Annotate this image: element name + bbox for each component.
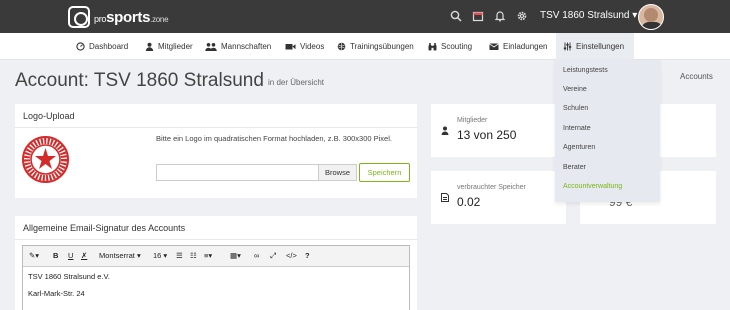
members-card: Mitglieder 13 von 250: [431, 104, 566, 157]
code-view-icon[interactable]: </>: [286, 251, 297, 260]
save-button[interactable]: Speichern: [359, 163, 410, 182]
brand-name: prosports.zone: [94, 8, 169, 26]
clear-format-icon[interactable]: ✗: [81, 251, 87, 260]
logo-upload-panel: Logo-Upload: [15, 104, 417, 198]
team-selector[interactable]: TSV 1860 Stralsund ▾: [540, 10, 637, 21]
avatar[interactable]: [638, 4, 664, 30]
font-family-select[interactable]: Montserrat ▾: [99, 251, 141, 260]
dashboard-icon: [76, 42, 85, 51]
nav-item-mannschaften[interactable]: Mannschaften: [205, 42, 271, 51]
bullet-list-icon[interactable]: ☰: [176, 251, 183, 260]
fullscreen-icon[interactable]: ⤢: [270, 251, 276, 261]
nav-item-scouting[interactable]: Scouting: [428, 42, 472, 51]
dropdown-item-leistungstests[interactable]: Leistungstests: [563, 67, 608, 74]
bold-button[interactable]: B: [53, 251, 58, 260]
storage-label: verbrauchter Speicher: [457, 184, 526, 191]
bell-icon[interactable]: [493, 9, 507, 23]
storage-value: 0.02: [457, 195, 481, 209]
dropdown-item-accountverwaltung[interactable]: Accountverwaltung: [563, 183, 622, 190]
font-size-select[interactable]: 16 ▾: [153, 251, 167, 260]
email-signature-heading: Allgemeine Email-Signatur des Accounts: [15, 216, 417, 240]
dropdown-item-berater[interactable]: Berater: [563, 164, 586, 171]
upload-hint: Bitte ein Logo im quadratischen Format h…: [156, 134, 392, 143]
signature-editor[interactable]: ✎▾ B U ✗ Montserrat ▾ 16 ▾ ☰ ☷ ≡▾ ▦▾ ∞ ⤢…: [22, 245, 410, 310]
logo-mark-icon: [68, 6, 90, 28]
nav-item-dashboard[interactable]: Dashboard: [76, 42, 128, 51]
team-selector-label: TSV 1860 Stralsund: [540, 10, 630, 21]
page-subtitle: in der Übersicht: [268, 78, 325, 87]
link-icon[interactable]: ∞: [254, 251, 259, 260]
magic-wand-icon[interactable]: ✎▾: [29, 251, 39, 260]
dropdown-item-internate[interactable]: Internate: [563, 125, 591, 132]
calendar-icon[interactable]: [471, 9, 485, 23]
members-label: Mitglieder: [457, 117, 488, 124]
browse-button[interactable]: Browse: [319, 164, 357, 181]
file-icon: [441, 193, 449, 202]
numbered-list-icon[interactable]: ☷: [190, 251, 197, 260]
members-value: 13 von 250: [457, 128, 517, 142]
help-icon[interactable]: ?: [305, 251, 310, 260]
signature-line-2: Karl-Mark-Str. 24: [28, 289, 85, 298]
video-icon: [285, 42, 296, 51]
logo-upload-heading: Logo-Upload: [15, 104, 417, 128]
globe-icon: [337, 42, 346, 51]
dropdown-item-schulen[interactable]: Schulen: [563, 105, 588, 112]
nav-item-videos[interactable]: Videos: [285, 42, 324, 51]
gear-icon[interactable]: [515, 9, 529, 23]
storage-card: verbrauchter Speicher 0.02: [431, 171, 566, 224]
user-icon: [441, 126, 449, 135]
nav-item-mitglieder[interactable]: Mitglieder: [145, 42, 193, 51]
einstellungen-dropdown: Leistungstests Vereine Schulen Internate…: [555, 60, 660, 202]
table-icon[interactable]: ▦▾: [230, 251, 241, 260]
file-input[interactable]: [156, 164, 319, 181]
chevron-down-icon: ▾: [632, 10, 638, 21]
club-seal-icon: [22, 136, 69, 183]
brand-logo[interactable]: prosports.zone: [68, 6, 169, 28]
search-icon[interactable]: [449, 9, 463, 23]
page-title: Account: TSV 1860 Stralsund: [15, 70, 264, 91]
top-bar: prosports.zone TSV 1860 Stralsund ▾: [0, 0, 730, 33]
nav-item-einladungen[interactable]: Einladungen: [489, 42, 547, 51]
dropdown-item-vereine[interactable]: Vereine: [563, 86, 587, 93]
underline-button[interactable]: U: [68, 251, 73, 260]
font-family-value: Montserrat: [99, 251, 135, 260]
envelope-icon: [489, 42, 499, 51]
user-icon: [145, 42, 154, 51]
editor-toolbar: ✎▾ B U ✗ Montserrat ▾ 16 ▾ ☰ ☷ ≡▾ ▦▾ ∞ ⤢…: [23, 246, 409, 267]
signature-line-1: TSV 1860 Stralsund e.V.: [28, 272, 110, 281]
breadcrumb[interactable]: Accounts: [680, 72, 713, 81]
font-size-value: 16: [153, 251, 162, 260]
sliders-icon: [563, 42, 572, 51]
align-icon[interactable]: ≡▾: [204, 251, 212, 260]
binoculars-icon: [428, 42, 437, 51]
users-icon: [205, 42, 217, 51]
nav-item-trainingsuebungen[interactable]: Trainingsübungen: [337, 42, 414, 51]
dropdown-item-agenturen[interactable]: Agenturen: [563, 144, 595, 151]
nav-item-einstellungen[interactable]: Einstellungen: [563, 42, 624, 51]
